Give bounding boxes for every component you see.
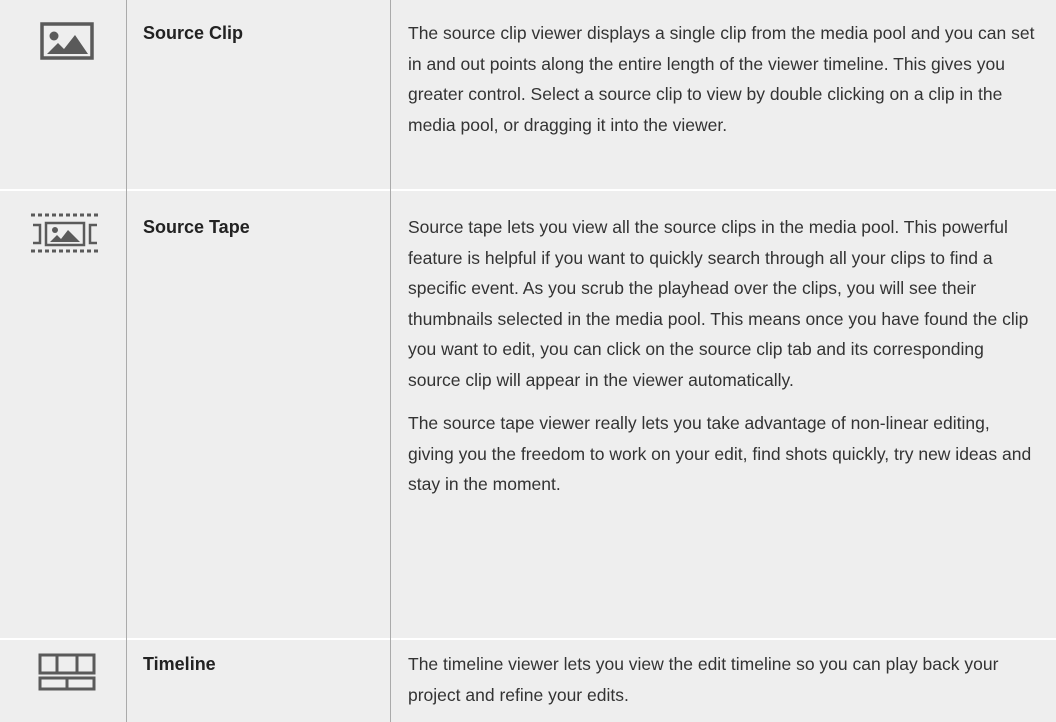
viewer-modes-table: Source Clip The source clip viewer displ… [0, 0, 1056, 722]
description-paragraph: Source tape lets you view all the source… [408, 217, 1029, 390]
row-title: Source Tape [143, 217, 250, 237]
row-description: Source tape lets you view all the source… [408, 212, 1038, 500]
row-description: The source clip viewer displays a single… [408, 18, 1038, 140]
timeline-icon [38, 653, 96, 691]
table-row-source-clip: Source Clip The source clip viewer displ… [0, 0, 1056, 189]
table-row-source-tape: Source Tape Source tape lets you view al… [0, 191, 1056, 638]
row-description: The timeline viewer lets you view the ed… [408, 649, 1038, 710]
description-paragraph: The source tape viewer really lets you t… [408, 413, 1032, 494]
source-tape-icon [30, 213, 100, 253]
column-divider [126, 0, 127, 722]
row-title: Timeline [143, 654, 216, 674]
source-clip-icon [40, 22, 94, 60]
table-row-timeline: Timeline The timeline viewer lets you vi… [0, 640, 1056, 722]
description-paragraph: The timeline viewer lets you view the ed… [408, 654, 999, 705]
row-title: Source Clip [143, 23, 244, 43]
column-divider [390, 0, 391, 722]
description-paragraph: The source clip viewer displays a single… [408, 23, 1035, 135]
